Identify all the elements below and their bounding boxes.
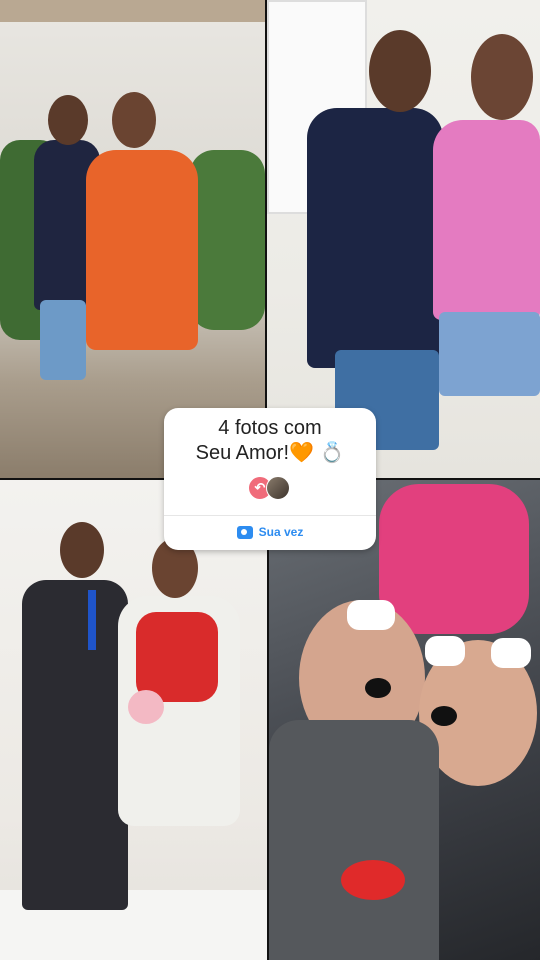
man-shirt [307,108,443,368]
shirt-print [341,860,405,900]
add-yours-sticker[interactable]: 4 fotos com Seu Amor!🧡 💍 ↶ Sua vez [164,408,376,550]
photo-collage: 4 fotos com Seu Amor!🧡 💍 ↶ Sua vez [0,0,540,960]
baby [136,612,218,702]
plant-right [190,150,265,330]
sticker-title-line2: Seu Amor!🧡 💍 [195,442,345,464]
roof-edge [0,0,265,22]
camera-icon [236,525,253,539]
undo-glyph: ↶ [254,480,266,495]
family-photo-baby [0,480,267,960]
woman-shirt [433,120,540,320]
couple-selfie-dog-filter [269,480,540,960]
dog-ear-right [491,638,531,668]
woman-shorts [439,312,540,396]
dog-nose-2 [431,706,457,726]
sticker-title: 4 fotos com Seu Amor!🧡 💍 [164,416,376,466]
woman-head [471,34,533,120]
user-avatar [266,476,290,500]
man-shorts [40,300,86,380]
woman-head [112,92,156,148]
man-head [369,30,431,112]
man-tie [88,590,96,650]
man-head [48,95,88,145]
woman-shirt [269,720,439,960]
flower-bouquet [128,690,164,724]
man-head [60,522,104,578]
dog-ear-left [347,600,395,630]
couple-photo-closeup [267,0,540,478]
sticker-divider [164,515,376,516]
dog-nose [365,678,391,698]
sticker-title-line1: 4 fotos com [218,417,322,439]
couple-photo-outdoor [0,0,265,478]
your-turn-label: Sua vez [258,525,304,539]
man-suit [22,580,128,910]
participant-avatars[interactable]: ↶ [248,476,294,500]
pink-bow-pillow [379,484,529,634]
woman-dress [86,150,198,350]
dog-ear [425,636,465,666]
your-turn-button[interactable]: Sua vez [164,525,376,539]
